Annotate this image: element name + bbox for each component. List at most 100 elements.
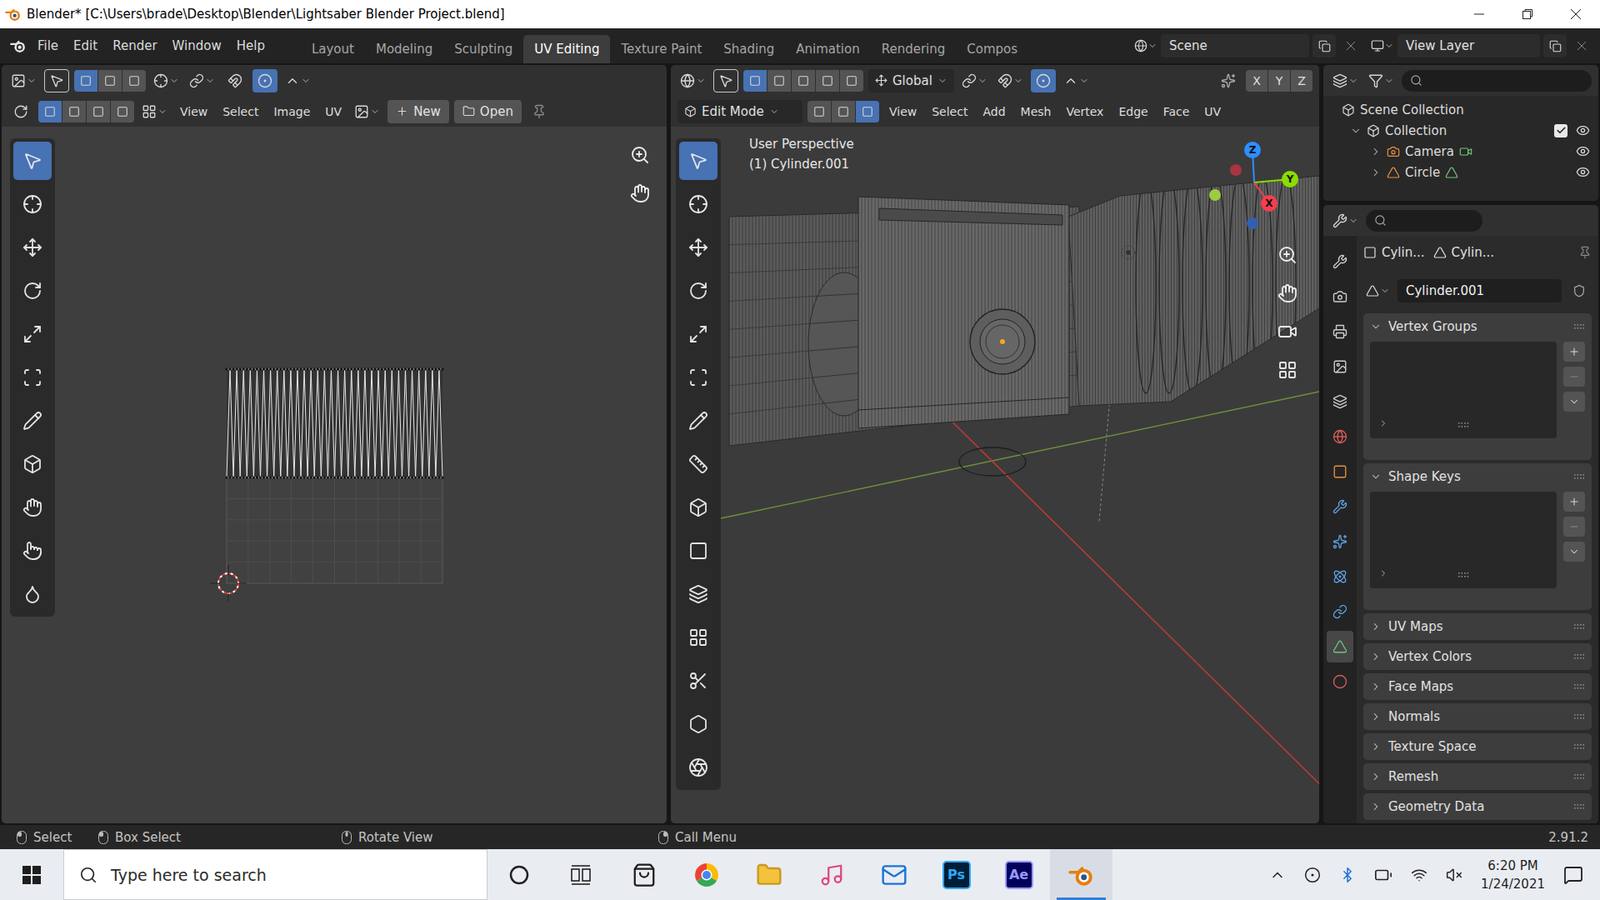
panel-header[interactable]: Shape Keys [1363, 463, 1592, 490]
menu-item[interactable]: Edit [65, 34, 105, 58]
close-button[interactable] [1551, 0, 1600, 29]
tool-button[interactable] [13, 401, 52, 440]
uv-map-canvas[interactable] [1, 126, 667, 824]
mirror-button[interactable] [1215, 69, 1241, 93]
add-button[interactable] [1563, 341, 1585, 362]
tool-button[interactable] [13, 575, 52, 614]
pan-button[interactable] [625, 178, 655, 209]
outliner-row[interactable]: Scene Collection [1323, 99, 1599, 120]
outliner-row[interactable]: Collection [1323, 120, 1599, 141]
tool-button[interactable] [679, 315, 718, 354]
uv-display-button[interactable] [139, 100, 170, 124]
sticky-select-button[interactable] [186, 69, 218, 93]
tool-button[interactable] [679, 445, 718, 484]
tool-button[interactable] [679, 185, 718, 224]
2d-cursor-icon[interactable] [210, 565, 247, 602]
header-menu[interactable]: View [175, 101, 213, 122]
panel-header[interactable]: Geometry Data [1363, 793, 1592, 820]
tool-button[interactable] [679, 228, 718, 267]
tool-button[interactable] [679, 705, 718, 744]
header-menu[interactable]: Select [217, 101, 264, 122]
workspace-tab[interactable]: Animation [785, 35, 870, 64]
uv-canvas[interactable] [1, 126, 667, 824]
remove-button[interactable] [1563, 366, 1585, 387]
new-scene-button[interactable] [1312, 34, 1336, 58]
pivot-button[interactable] [959, 69, 990, 93]
properties-tab[interactable] [1326, 525, 1354, 558]
proportional-editing-button[interactable] [1030, 69, 1056, 93]
pan-button[interactable] [1272, 278, 1303, 309]
workspace-tab[interactable]: Texture Paint [610, 35, 713, 64]
tool-button[interactable] [13, 228, 52, 267]
y-axis-handle[interactable]: Y [1281, 170, 1299, 188]
falloff-button[interactable] [282, 69, 314, 93]
taskbar-app[interactable] [1050, 849, 1113, 900]
negative-y-handle[interactable] [1209, 189, 1221, 201]
tool-button[interactable] [13, 185, 52, 224]
proportional-editing-button[interactable] [252, 69, 278, 93]
restore-button[interactable] [1503, 0, 1552, 29]
camera-view-button[interactable] [1272, 316, 1303, 347]
properties-tab[interactable] [1326, 420, 1354, 453]
mirror-axis-toggle[interactable]: Y [1268, 70, 1290, 92]
properties-tab[interactable] [1326, 245, 1354, 278]
panel-header[interactable]: Remesh [1363, 763, 1592, 790]
outliner-search[interactable] [1401, 70, 1592, 92]
select-mode-button[interactable] [807, 100, 831, 123]
tool-button[interactable] [679, 748, 718, 787]
taskbar-app[interactable] [862, 849, 925, 900]
outliner-row[interactable]: Circle [1323, 161, 1599, 183]
snap-button[interactable] [222, 69, 248, 93]
negative-z-handle[interactable] [1246, 217, 1259, 230]
panel-header[interactable]: Texture Space [1363, 733, 1592, 760]
select-mode-button[interactable] [38, 100, 62, 123]
delete-view-layer-button[interactable] [1570, 34, 1594, 58]
fake-user-button[interactable] [1566, 279, 1592, 303]
workspace-tab[interactable]: UV Editing [523, 35, 610, 64]
tool-button[interactable] [13, 358, 52, 397]
blender-menu[interactable] [6, 34, 30, 58]
navigation-gizmo[interactable]: ZYX [1209, 140, 1310, 240]
box-mode-button[interactable] [122, 70, 146, 92]
panel-header[interactable]: UV Maps [1363, 613, 1592, 640]
zoom-button[interactable] [1272, 240, 1303, 270]
x-axis-handle[interactable]: X [1260, 195, 1278, 212]
new-view-layer-button[interactable] [1543, 34, 1567, 58]
tool-button[interactable] [13, 445, 52, 484]
select-mode-button[interactable] [110, 100, 135, 123]
tool-button[interactable] [679, 661, 718, 700]
properties-tab[interactable] [1326, 490, 1354, 523]
tool-button[interactable] [679, 271, 718, 310]
start-button[interactable] [0, 849, 64, 900]
add-button[interactable] [1563, 491, 1585, 512]
image-browse-button[interactable] [351, 100, 383, 124]
tool-button[interactable] [679, 531, 718, 570]
context-item[interactable]: Cylin... [1433, 245, 1495, 260]
properties-tab[interactable] [1326, 560, 1354, 593]
negative-x-handle[interactable] [1230, 164, 1242, 176]
view-layer-browse[interactable] [1370, 34, 1395, 58]
panel-header[interactable]: Vertex Colors [1363, 643, 1592, 670]
view-layer-field[interactable]: View Layer [1397, 34, 1540, 58]
tool-button[interactable] [679, 141, 718, 180]
properties-tab[interactable] [1326, 385, 1354, 418]
sync-selection-button[interactable] [8, 100, 34, 124]
outliner-row[interactable]: Camera [1323, 140, 1599, 162]
tool-button[interactable] [13, 271, 52, 310]
taskbar-app[interactable] [487, 849, 550, 900]
panel-header[interactable]: Face Maps [1363, 673, 1592, 700]
specials-button[interactable] [1563, 541, 1585, 562]
exclude-checkbox[interactable] [1554, 124, 1568, 138]
header-menu[interactable]: Edge [1113, 101, 1153, 122]
workspace-tab[interactable]: Sculpting [443, 35, 524, 64]
select-mode-button[interactable] [855, 100, 880, 123]
box-mode-button[interactable] [840, 70, 864, 92]
properties-tab[interactable] [1326, 280, 1354, 313]
eye-icon[interactable] [1575, 123, 1590, 138]
eye-icon[interactable] [1575, 165, 1590, 180]
item-list[interactable] [1370, 341, 1557, 439]
box-mode-button[interactable] [74, 70, 98, 92]
item-list[interactable] [1370, 491, 1557, 589]
properties-tab[interactable] [1326, 315, 1354, 348]
active-tool-button[interactable] [44, 69, 70, 93]
